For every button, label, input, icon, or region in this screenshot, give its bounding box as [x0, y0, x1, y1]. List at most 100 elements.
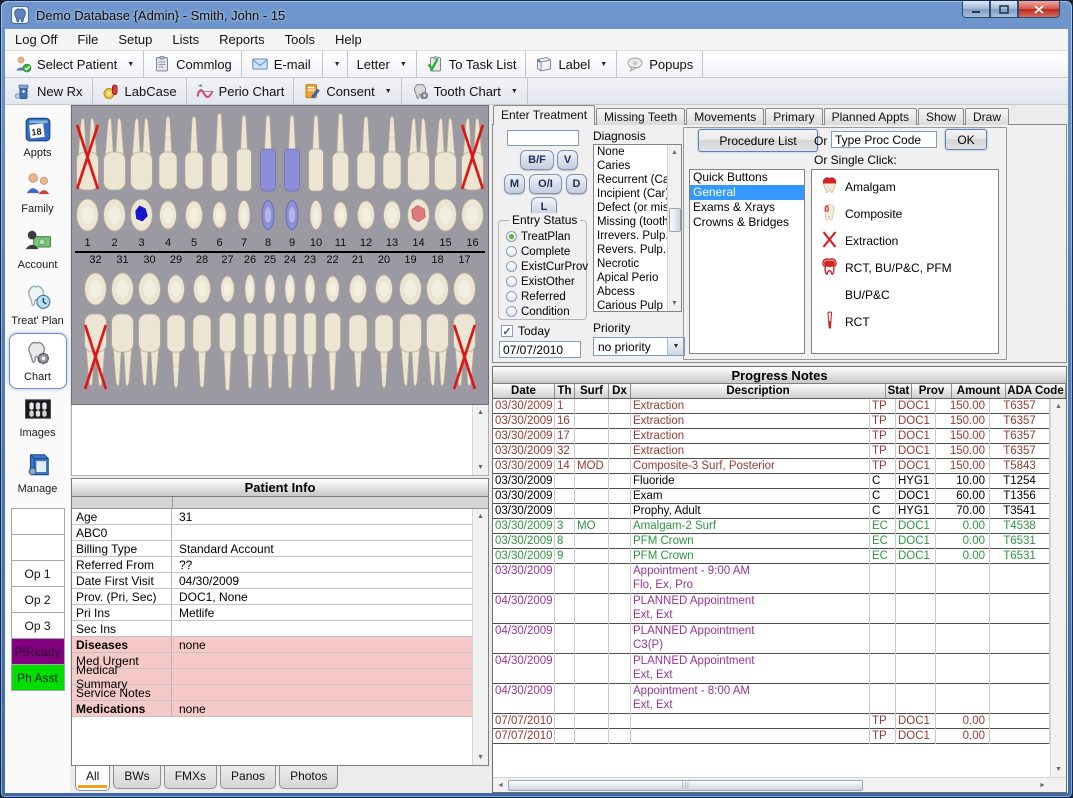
radio-icon[interactable]: [506, 246, 517, 257]
tooth-8[interactable]: 8: [256, 111, 280, 250]
quick-button-category[interactable]: General: [690, 185, 804, 200]
tooth-28[interactable]: 28: [189, 254, 215, 393]
toolbar-button-new-rx[interactable]: New Rx: [5, 78, 93, 104]
scroll-up-icon[interactable]: ▲: [667, 145, 682, 160]
diagnosis-item[interactable]: Apical Perio: [594, 271, 667, 285]
progress-note-row[interactable]: 03/30/200932ExtractionTPDOC1150.00T6357: [493, 444, 1050, 459]
sidebar-module-treat-plan[interactable]: Treat' Plan: [9, 277, 67, 333]
single-click-item-rct-bu-p-amp-c-pfm[interactable]: RCT, BU/P&C, PFM: [812, 254, 998, 281]
chevron-down-icon[interactable]: ▼: [322, 51, 347, 77]
scroll-down-icon[interactable]: ▼: [473, 460, 488, 475]
tooth-6[interactable]: 6: [207, 111, 232, 250]
menu-item-help[interactable]: Help: [325, 29, 372, 50]
scroll-thumb[interactable]: |||: [508, 780, 863, 791]
tooth-4[interactable]: 4: [155, 111, 181, 250]
tooth-23[interactable]: 23: [300, 254, 320, 393]
tab-show[interactable]: Show: [918, 108, 964, 125]
quick-button-category[interactable]: Quick Buttons: [690, 170, 804, 185]
maximize-button[interactable]: [990, 1, 1018, 18]
tab-planned-appts[interactable]: Planned Appts: [824, 108, 917, 125]
radio-icon[interactable]: [506, 261, 517, 272]
diagnosis-item[interactable]: Missing (tooth s: [594, 215, 667, 229]
toolbar-button-consent[interactable]: Consent▼: [294, 78, 401, 104]
tooth-17[interactable]: 17: [451, 254, 478, 393]
progress-note-row[interactable]: 03/30/200917ExtractionTPDOC1150.00T6357: [493, 429, 1050, 444]
progress-note-row[interactable]: 03/30/20093MOAmalgam-2 SurfECDOC10.00T45…: [493, 519, 1050, 534]
radio-icon[interactable]: [506, 231, 517, 242]
today-checkbox-row[interactable]: ✓ Today: [501, 324, 550, 338]
entry-status-option-referred[interactable]: Referred: [499, 289, 586, 304]
entry-status-option-condition[interactable]: Condition: [499, 304, 586, 319]
column-header-description[interactable]: Description: [631, 384, 886, 398]
diagnosis-item[interactable]: Abcess: [594, 285, 667, 299]
operatory-item-op-3[interactable]: Op 3: [11, 612, 65, 639]
tooth-11[interactable]: 11: [328, 111, 353, 250]
tooth-14[interactable]: 14: [405, 111, 432, 250]
chevron-down-icon[interactable]: ▼: [667, 338, 684, 355]
scroll-up-icon[interactable]: ▲: [1051, 399, 1066, 414]
scroll-down-icon[interactable]: ▼: [667, 296, 682, 311]
menu-item-lists[interactable]: Lists: [162, 29, 209, 50]
minimize-button[interactable]: [962, 1, 990, 18]
procedure-date-input[interactable]: [499, 341, 581, 358]
single-click-item-amalgam[interactable]: Amalgam: [812, 173, 998, 200]
patient-info-row-abc0[interactable]: ABC0: [72, 525, 472, 541]
single-click-item-composite[interactable]: Composite: [812, 200, 998, 227]
tooth-chart-graphic[interactable]: 12345678910111213141516 3231302928272625…: [71, 105, 489, 405]
chevron-down-icon[interactable]: ▼: [600, 61, 607, 68]
tooth-29[interactable]: 29: [163, 254, 189, 393]
surface-button-d[interactable]: D: [566, 174, 587, 194]
patient-info-scrollbar[interactable]: ▲ ▼: [472, 509, 488, 765]
scroll-down-icon[interactable]: ▼: [473, 750, 488, 765]
progress-notes-vscrollbar[interactable]: ▲ ▼: [1050, 399, 1066, 777]
entry-status-option-complete[interactable]: Complete: [499, 244, 586, 259]
diagnosis-item[interactable]: Recurrent (Car: [594, 173, 667, 187]
tooth-7[interactable]: 7: [232, 111, 256, 250]
sidebar-module-images[interactable]: Images: [9, 389, 67, 445]
diagnosis-item[interactable]: Caries: [594, 159, 667, 173]
tooth-21[interactable]: 21: [345, 254, 371, 393]
toolbar-button-commlog[interactable]: Commlog: [144, 51, 242, 77]
toolbar-button-tooth-chart[interactable]: Tooth Chart▼: [402, 78, 528, 104]
menu-item-file[interactable]: File: [67, 29, 108, 50]
single-click-item-rct[interactable]: RCT: [812, 308, 998, 335]
entry-status-option-existcurprov[interactable]: ExistCurProv: [499, 259, 586, 274]
operatory-item[interactable]: [11, 508, 65, 535]
tooth-1[interactable]: 1: [74, 111, 101, 250]
tooth-2[interactable]: 2: [101, 111, 128, 250]
progress-note-row[interactable]: 03/30/2009ExamCDOC160.00T1356: [493, 489, 1050, 504]
diagnosis-scrollbar[interactable]: ▲ ▼: [667, 145, 681, 311]
progress-note-row[interactable]: 03/30/20091ExtractionTPDOC1150.00T6357: [493, 399, 1050, 414]
diagnosis-item[interactable]: Irrevers. Pulp.: [594, 229, 667, 243]
patient-info-row-billing-type[interactable]: Billing Type Standard Account: [72, 541, 472, 557]
progress-note-row[interactable]: 03/30/200916ExtractionTPDOC1150.00T6357: [493, 414, 1050, 429]
proc-code-input[interactable]: [831, 131, 937, 148]
surface-button-bf[interactable]: B/F: [520, 150, 554, 170]
tooth-10[interactable]: 10: [304, 111, 328, 250]
diagnosis-item[interactable]: Revers. Pulp.: [594, 243, 667, 257]
column-header-surf[interactable]: Surf: [575, 384, 609, 398]
diagnosis-listbox[interactable]: NoneCariesRecurrent (CarIncipient (Car)D…: [593, 144, 682, 312]
procedure-list-button[interactable]: Procedure List: [698, 129, 818, 152]
column-header-prov[interactable]: Prov: [912, 384, 952, 398]
scroll-up-icon[interactable]: ▲: [473, 405, 488, 420]
patient-info-row-prov-pri-sec-[interactable]: Prov. (Pri, Sec) DOC1, None: [72, 589, 472, 605]
tab-missing-teeth[interactable]: Missing Teeth: [596, 108, 685, 125]
menu-item-log-off[interactable]: Log Off: [5, 29, 67, 50]
tooth-12[interactable]: 12: [353, 111, 379, 250]
patient-info-row-medications[interactable]: Medications none: [72, 701, 472, 717]
chevron-down-icon[interactable]: ▼: [511, 88, 518, 95]
progress-note-row[interactable]: 03/30/2009Prophy, AdultCHYG170.00T3541: [493, 504, 1050, 519]
quick-button-category[interactable]: Crowns & Bridges: [690, 215, 804, 230]
tooth-18[interactable]: 18: [424, 254, 451, 393]
sidebar-module-family[interactable]: Family: [9, 165, 67, 221]
chart-notes-scrollbar[interactable]: ▲ ▼: [472, 405, 488, 475]
radio-icon[interactable]: [506, 276, 517, 287]
chevron-down-icon[interactable]: ▼: [385, 88, 392, 95]
progress-notes-hscrollbar[interactable]: ◄ ||| ►: [493, 777, 1066, 792]
column-header-th[interactable]: Th: [555, 384, 575, 398]
sidebar-module-appts[interactable]: 18 Appts: [9, 109, 67, 165]
single-click-listbox[interactable]: Amalgam Composite Extraction RCT, BU/P&C…: [811, 169, 999, 354]
tooth-15[interactable]: 15: [432, 111, 459, 250]
progress-note-row[interactable]: 07/07/2010TPDOC10.00: [493, 714, 1050, 729]
